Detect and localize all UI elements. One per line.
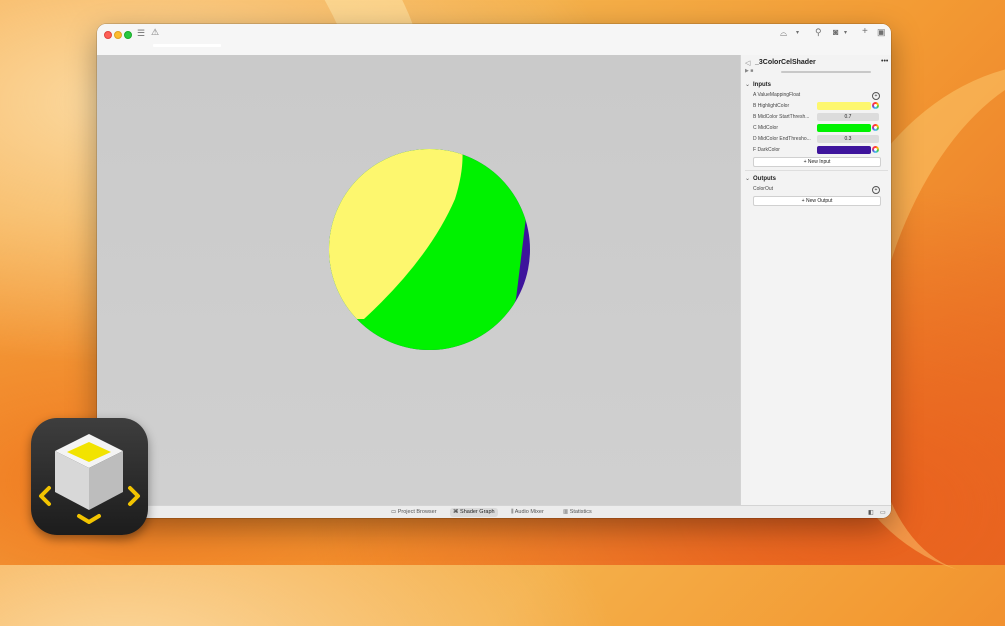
highlight-color-swatch[interactable] (817, 102, 871, 110)
tab-project-browser[interactable]: ▭ Project Browser (388, 508, 440, 517)
close-window-button[interactable] (104, 31, 112, 39)
cube-icon (39, 434, 140, 524)
chevron-down-icon: ⌄ (745, 82, 751, 88)
minimize-window-button[interactable] (114, 31, 122, 39)
input-label: B HighlightColor (753, 103, 790, 109)
start-threshold-field[interactable]: 0.7 (817, 113, 879, 121)
3d-viewport[interactable]: ⊕ ▭ (97, 55, 740, 505)
add-icon[interactable]: + (862, 27, 868, 37)
camera-icon[interactable]: ◙ (833, 27, 838, 37)
link-input-icon[interactable]: + (872, 92, 880, 100)
bottom-tab-bar: ▭ Project Browser ⌘ Shader Graph ⫼ Audio… (97, 505, 891, 518)
link-output-icon[interactable]: + (872, 186, 880, 194)
folder-icon: ▭ (391, 509, 398, 515)
play-icon[interactable]: ▶ ■ (745, 68, 753, 74)
inputs-section-header[interactable]: ⌄ Inputs (745, 81, 771, 88)
preview-sphere (329, 149, 530, 350)
dark-color-swatch[interactable] (817, 146, 871, 154)
magic-wand-icon[interactable]: ⚲ (815, 27, 822, 37)
title-bar: ☰ ⚠ ⌓ ▾ ⚲ ◙ ▾ + ▣ (97, 24, 891, 56)
new-output-button[interactable]: + New Output (753, 196, 881, 206)
split-view-icon[interactable]: ◧ (868, 509, 874, 516)
output-label: ColorOut (753, 186, 774, 192)
mid-color-swatch[interactable] (817, 124, 871, 132)
outputs-section-header[interactable]: ⌄ Outputs (745, 175, 776, 182)
input-label: C MidColor (753, 125, 779, 131)
maximize-window-button[interactable] (124, 31, 132, 39)
graph-icon: ⌘ (453, 509, 461, 515)
camera-chevron-icon[interactable]: ▾ (844, 28, 847, 38)
tab-statistics[interactable]: ▥ Statistics (560, 508, 595, 517)
input-label: B MidColor StartThresh... (753, 114, 810, 120)
bottom-panel-icon[interactable]: ▭ (880, 509, 886, 516)
inspector-panel: ◁ _3ColorCelShader ••• ▶ ■ ⌄ Inputs A Val… (740, 55, 891, 505)
sidebar-toggle-icon[interactable]: ▣ (877, 27, 886, 37)
input-label: F DarkColor (753, 147, 780, 153)
tab-shader-graph[interactable]: ⌘ Shader Graph (450, 508, 498, 517)
chart-icon: ▥ (563, 509, 570, 515)
inspector-title: _3ColorCelShader (755, 59, 816, 66)
app-window: ☰ ⚠ ⌓ ▾ ⚲ ◙ ▾ + ▣ ⊕ ▭ ◁ _3ColorCelShader… (97, 24, 891, 518)
chevron-down-icon[interactable]: ▾ (796, 28, 799, 38)
warning-icon[interactable]: ⚠ (151, 27, 159, 37)
color-wheel-icon[interactable] (872, 146, 879, 153)
timeline-slider[interactable] (781, 71, 871, 73)
ellipsis-icon[interactable]: ••• (881, 58, 888, 65)
color-wheel-icon[interactable] (872, 102, 879, 109)
new-input-button[interactable]: + New Input (753, 157, 881, 167)
speaker-icon[interactable]: ◁ (745, 59, 750, 67)
input-label: D MidColor EndThresho... (753, 136, 811, 142)
reality-composer-app-icon (31, 418, 148, 535)
divider (745, 170, 888, 171)
list-icon[interactable]: ☰ (137, 28, 145, 38)
input-label: A ValueMappingFloat (753, 92, 801, 98)
tab-audio-mixer[interactable]: ⫼ Audio Mixer (508, 508, 547, 517)
end-threshold-field[interactable]: 0.3 (817, 135, 879, 143)
document-tab[interactable] (153, 44, 221, 47)
color-wheel-icon[interactable] (872, 124, 879, 131)
vr-headset-icon[interactable]: ⌓ (780, 28, 787, 38)
chevron-down-icon: ⌄ (745, 176, 751, 182)
